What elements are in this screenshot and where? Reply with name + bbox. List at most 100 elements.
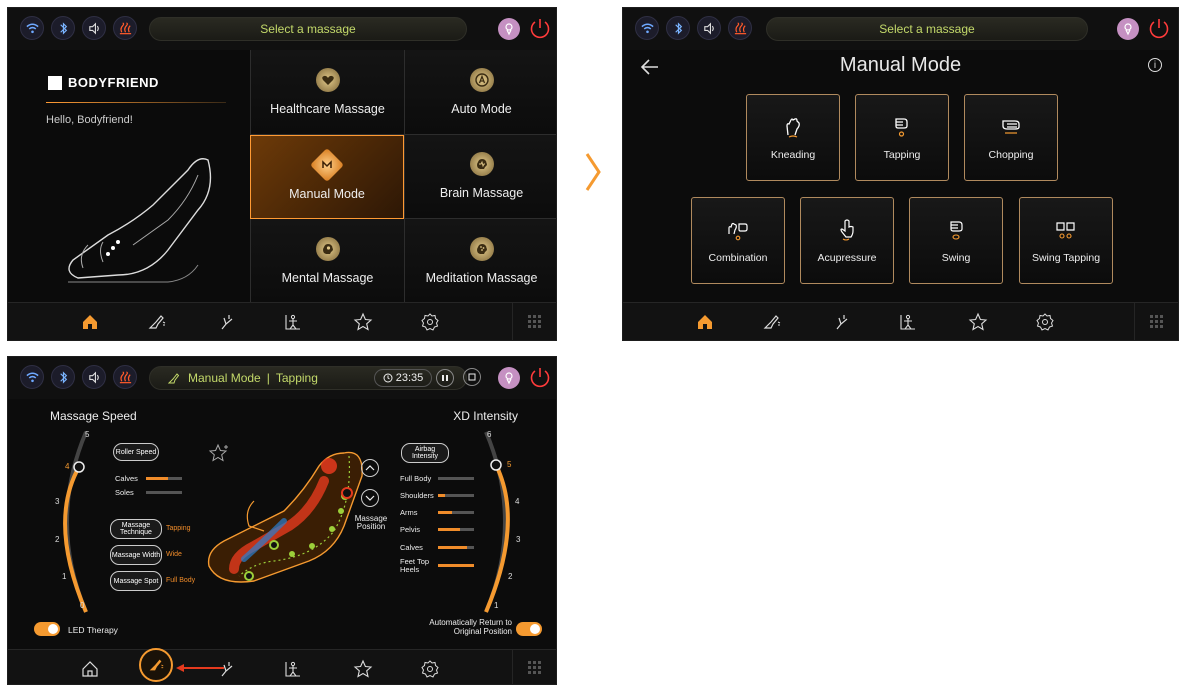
wifi-icon[interactable]: [20, 16, 44, 40]
speaker-icon[interactable]: [697, 16, 721, 40]
tile-brain-massage[interactable]: Brain Massage: [404, 134, 556, 220]
chair-recline-icon[interactable]: [145, 310, 169, 334]
technique-swing[interactable]: Swing: [909, 197, 1003, 284]
chair-recline-icon[interactable]: [760, 310, 784, 334]
roller-speed-button[interactable]: Roller Speed: [113, 443, 159, 461]
airbag-item-label: Arms: [400, 508, 418, 517]
home-outline-icon[interactable]: [78, 657, 102, 681]
technique-label: Swing Tapping: [1031, 251, 1101, 264]
position-up-button[interactable]: [361, 459, 379, 477]
user-avatar[interactable]: [498, 18, 520, 40]
stretch-icon[interactable]: [215, 310, 239, 334]
info-icon[interactable]: i: [1148, 58, 1162, 72]
tile-meditation-massage[interactable]: Meditation Massage: [404, 219, 556, 304]
auto-return-toggle[interactable]: [516, 622, 542, 636]
airbag-item-label: Full Body: [400, 474, 432, 483]
body-scan-icon[interactable]: [281, 310, 305, 334]
technique-chopping[interactable]: Chopping: [964, 94, 1058, 181]
technique-kneading[interactable]: Kneading: [746, 94, 840, 181]
led-therapy-toggle[interactable]: [34, 622, 60, 636]
roller-item-label: Calves: [115, 474, 138, 483]
intensity-tick: 5: [507, 460, 512, 469]
tile-manual-mode[interactable]: Manual Mode: [250, 134, 404, 220]
power-icon[interactable]: [527, 16, 553, 42]
speed-tick: 5: [85, 430, 90, 439]
airbag-intensity-button[interactable]: Airbag Intensity: [401, 443, 449, 463]
chair-recline-active-icon[interactable]: [139, 648, 173, 682]
technique-label: Kneading: [770, 148, 816, 161]
tile-healthcare-massage[interactable]: Healthcare Massage: [250, 50, 404, 135]
speaker-icon[interactable]: [82, 16, 106, 40]
stop-button[interactable]: [463, 368, 481, 386]
stretch-icon[interactable]: [215, 657, 239, 681]
chair-recline-icon: [168, 373, 180, 384]
user-avatar[interactable]: [1117, 18, 1139, 40]
bluetooth-icon[interactable]: [51, 365, 75, 389]
settings-icon[interactable]: [418, 310, 442, 334]
airbag-full-body-bar: [438, 477, 474, 480]
heat-icon[interactable]: [113, 16, 137, 40]
head-icon: [315, 237, 340, 262]
technique-label: Combination: [708, 251, 768, 264]
bottom-nav: [8, 648, 556, 684]
body-scan-icon[interactable]: [896, 310, 920, 334]
intensity-tick: 1: [494, 601, 499, 610]
home-icon[interactable]: [78, 310, 102, 334]
speaker-icon[interactable]: [82, 365, 106, 389]
bottom-nav: [623, 302, 1178, 340]
divider: [46, 102, 226, 103]
heat-icon[interactable]: [728, 16, 752, 40]
menu-grid-icon[interactable]: [512, 303, 556, 340]
technique-label: Acupressure: [817, 251, 877, 264]
technique-swing-tapping[interactable]: Swing Tapping: [1019, 197, 1113, 284]
tile-mental-massage[interactable]: Mental Massage: [250, 219, 404, 304]
airbag-shoulders-bar: [438, 494, 474, 497]
wifi-icon[interactable]: [20, 365, 44, 389]
intensity-knob[interactable]: [490, 459, 502, 471]
technique-tapping[interactable]: Tapping: [855, 94, 949, 181]
power-icon[interactable]: [1146, 16, 1172, 42]
star-icon[interactable]: [351, 310, 375, 334]
heat-icon[interactable]: [113, 365, 137, 389]
user-avatar[interactable]: [498, 367, 520, 389]
tile-label: Mental Massage: [281, 271, 374, 286]
brand-name: BODYFRIEND: [68, 75, 159, 90]
tile-label: Healthcare Massage: [270, 101, 385, 116]
brain-icon: [469, 152, 494, 177]
manual-m-icon: [310, 148, 344, 182]
wifi-icon[interactable]: [635, 16, 659, 40]
massage-spot-button[interactable]: Massage Spot: [110, 571, 162, 591]
status-bar: Select a massage: [623, 8, 1178, 50]
breadcrumb-technique: Tapping: [275, 371, 318, 385]
bluetooth-icon[interactable]: [51, 16, 75, 40]
pause-button[interactable]: [436, 369, 454, 387]
home-icon[interactable]: [693, 310, 717, 334]
menu-grid-icon[interactable]: [1134, 303, 1178, 340]
star-icon[interactable]: [351, 657, 375, 681]
star-icon[interactable]: [966, 310, 990, 334]
settings-icon[interactable]: [418, 657, 442, 681]
airbag-arms-bar: [438, 511, 474, 514]
bluetooth-icon[interactable]: [666, 16, 690, 40]
speed-tick: 0: [80, 601, 85, 610]
massage-speed-slider[interactable]: [46, 427, 96, 617]
tile-label: Meditation Massage: [425, 271, 538, 286]
speed-tick: 4: [65, 462, 70, 471]
technique-acupressure[interactable]: Acupressure: [800, 197, 894, 284]
status-bar: Manual Mode | Tapping 23:35: [8, 357, 556, 399]
position-down-button[interactable]: [361, 489, 379, 507]
settings-icon[interactable]: [1033, 310, 1057, 334]
body-scan-icon[interactable]: [281, 657, 305, 681]
tile-auto-mode[interactable]: Auto Mode: [404, 50, 556, 135]
menu-grid-icon[interactable]: [512, 650, 556, 684]
airbag-item-label: Shoulders: [400, 491, 434, 500]
massage-technique-button[interactable]: Massage Technique: [110, 519, 162, 539]
stretch-icon[interactable]: [830, 310, 854, 334]
xd-intensity-slider[interactable]: [476, 427, 526, 617]
speed-knob[interactable]: [73, 461, 85, 473]
massage-width-button[interactable]: Massage Width: [110, 545, 162, 565]
combination-icon: [728, 222, 748, 240]
technique-combination[interactable]: Combination: [691, 197, 785, 284]
status-bar: Select a massage: [8, 8, 556, 50]
power-icon[interactable]: [527, 365, 553, 391]
